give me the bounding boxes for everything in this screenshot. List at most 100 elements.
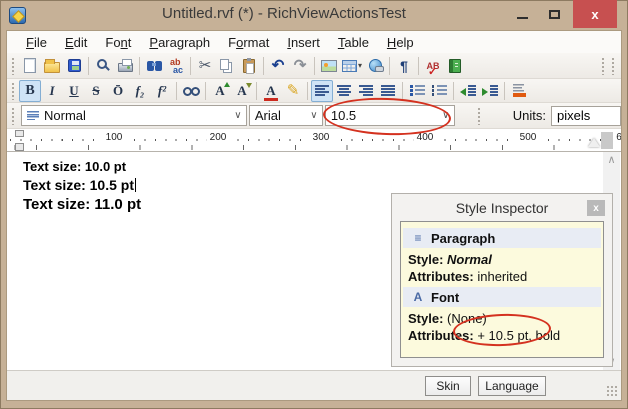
formatting-toolbar: BIUSŌf₂f²AAA✎ (7, 79, 621, 103)
redo-button[interactable]: ↷ (289, 55, 311, 77)
menu-item-table[interactable]: Table (329, 32, 378, 53)
chevron-down-icon[interactable]: ∨ (230, 110, 246, 121)
left-indent-marker[interactable] (15, 143, 24, 151)
save-button[interactable] (63, 55, 85, 77)
paragraph-style-value: Normal (44, 108, 86, 123)
menu-item-font[interactable]: Font (96, 32, 140, 53)
insert-picture-button[interactable] (318, 55, 340, 77)
font-name-combo[interactable]: Arial ∨ (249, 105, 323, 126)
title-bar[interactable]: Untitled.rvf (*) - RichViewActionsTest x (0, 0, 628, 30)
shrink-font-icon: A (233, 82, 251, 100)
toolbar-separator (88, 57, 89, 75)
right-indent-marker[interactable] (588, 138, 600, 147)
toolbar-grip[interactable] (11, 107, 15, 125)
new-document-button[interactable] (19, 55, 41, 77)
inspector-section-paragraph[interactable]: ≡Paragraph (403, 228, 601, 248)
toolbar-separator (263, 57, 264, 75)
underline-icon: U (65, 82, 83, 100)
toolbar-grip[interactable] (11, 57, 15, 75)
toolbar-grip[interactable] (477, 107, 481, 125)
resize-grip[interactable] (606, 385, 618, 397)
client-area: FileEditFontParagraphFormatInsertTableHe… (6, 30, 622, 401)
menu-item-paragraph[interactable]: Paragraph (140, 32, 219, 53)
document-text-line[interactable]: Text size: 10.5 pt (23, 177, 141, 193)
paragraph-style-icon (27, 111, 39, 120)
open-button[interactable] (41, 55, 63, 77)
replace-button[interactable] (165, 55, 187, 77)
overline-icon: Ō (109, 82, 127, 100)
italic-button[interactable]: I (41, 80, 63, 102)
reference-book-button[interactable] (444, 55, 466, 77)
spellcheck-button[interactable]: AB (422, 55, 444, 77)
document-text-line[interactable]: Text size: 11.0 pt (23, 196, 141, 213)
hidden-text-button[interactable] (180, 80, 202, 102)
maximize-button[interactable] (540, 0, 568, 28)
undo-button[interactable]: ↶ (267, 55, 289, 77)
paragraph-lines-icon: ≡ (411, 231, 425, 245)
print-preview-button[interactable] (92, 55, 114, 77)
dropdown-arrow-icon[interactable]: ▾ (358, 61, 362, 70)
subscript-button[interactable]: f₂ (129, 80, 151, 102)
save-icon (68, 59, 81, 72)
menu-item-edit[interactable]: Edit (56, 32, 96, 53)
align-center-button[interactable] (333, 80, 355, 102)
language-button[interactable]: Language (478, 376, 546, 396)
strikethrough-button[interactable]: S (85, 80, 107, 102)
toolbar-grip[interactable] (601, 57, 605, 75)
new-document-icon (24, 58, 36, 73)
align-left-button[interactable] (311, 80, 333, 102)
menu-item-file[interactable]: File (17, 32, 56, 53)
superscript-button[interactable]: f² (151, 80, 173, 102)
font-color-button[interactable]: A (260, 80, 282, 102)
overline-button[interactable]: Ō (107, 80, 129, 102)
menu-item-format[interactable]: Format (219, 32, 278, 53)
increase-indent-icon (482, 85, 498, 96)
paste-button[interactable] (238, 55, 260, 77)
document-text[interactable]: Text size: 10.0 pt Text size: 10.5 pt Text… (23, 159, 141, 216)
units-combo[interactable]: pixels (551, 106, 621, 126)
styles-toolbar: Normal ∨ Arial ∨ 10.5 ∨ Units: pixels (7, 103, 621, 129)
skin-button[interactable]: Skin (425, 376, 471, 396)
insert-table-button[interactable]: ▾ (340, 55, 364, 77)
shrink-font-button[interactable]: A (231, 80, 253, 102)
paragraph-style-combo[interactable]: Normal ∨ (21, 105, 247, 126)
ruler-label: 300 (310, 132, 333, 143)
first-line-indent-marker[interactable] (15, 130, 24, 137)
document-text-line[interactable]: Text size: 10.0 pt (23, 159, 141, 174)
underline-button[interactable]: U (63, 80, 85, 102)
close-button[interactable]: x (573, 0, 617, 28)
toolbar-separator (176, 82, 177, 100)
find-button[interactable] (143, 55, 165, 77)
insert-table-icon (342, 60, 357, 72)
menu-bar: FileEditFontParagraphFormatInsertTableHe… (7, 31, 621, 53)
cut-button[interactable]: ✂ (194, 55, 216, 77)
toolbar-grip[interactable] (11, 82, 15, 100)
decrease-indent-button[interactable] (457, 80, 479, 102)
align-justify-icon (381, 85, 395, 96)
chevron-down-icon[interactable]: ∨ (306, 110, 322, 121)
scroll-up-icon[interactable]: ∧ (607, 152, 615, 168)
text-highlight-button[interactable]: ✎ (282, 80, 304, 102)
toolbar-separator (256, 82, 257, 100)
menu-item-help[interactable]: Help (378, 32, 423, 53)
paragraph-color-button[interactable] (508, 80, 530, 102)
toolbar-separator (139, 57, 140, 75)
numbering-button[interactable] (428, 80, 450, 102)
print-button[interactable] (114, 55, 136, 77)
formatting-marks-button[interactable]: ¶ (393, 55, 415, 77)
menu-item-insert[interactable]: Insert (278, 32, 329, 53)
inspector-section-font[interactable]: AFont (403, 287, 601, 307)
copy-button[interactable] (216, 55, 238, 77)
bullets-button[interactable] (406, 80, 428, 102)
style-inspector-close-button[interactable]: x (587, 200, 605, 216)
toolbar-grip[interactable] (611, 57, 615, 75)
increase-indent-button[interactable] (479, 80, 501, 102)
grow-font-button[interactable]: A (209, 80, 231, 102)
bold-button[interactable]: B (19, 80, 41, 102)
ruler-dots (10, 139, 601, 141)
toolbar-separator (453, 82, 454, 100)
find-icon (147, 61, 154, 71)
toolbar-separator (314, 57, 315, 75)
hyperlink-button[interactable] (364, 55, 386, 77)
minimize-button[interactable] (508, 0, 536, 28)
